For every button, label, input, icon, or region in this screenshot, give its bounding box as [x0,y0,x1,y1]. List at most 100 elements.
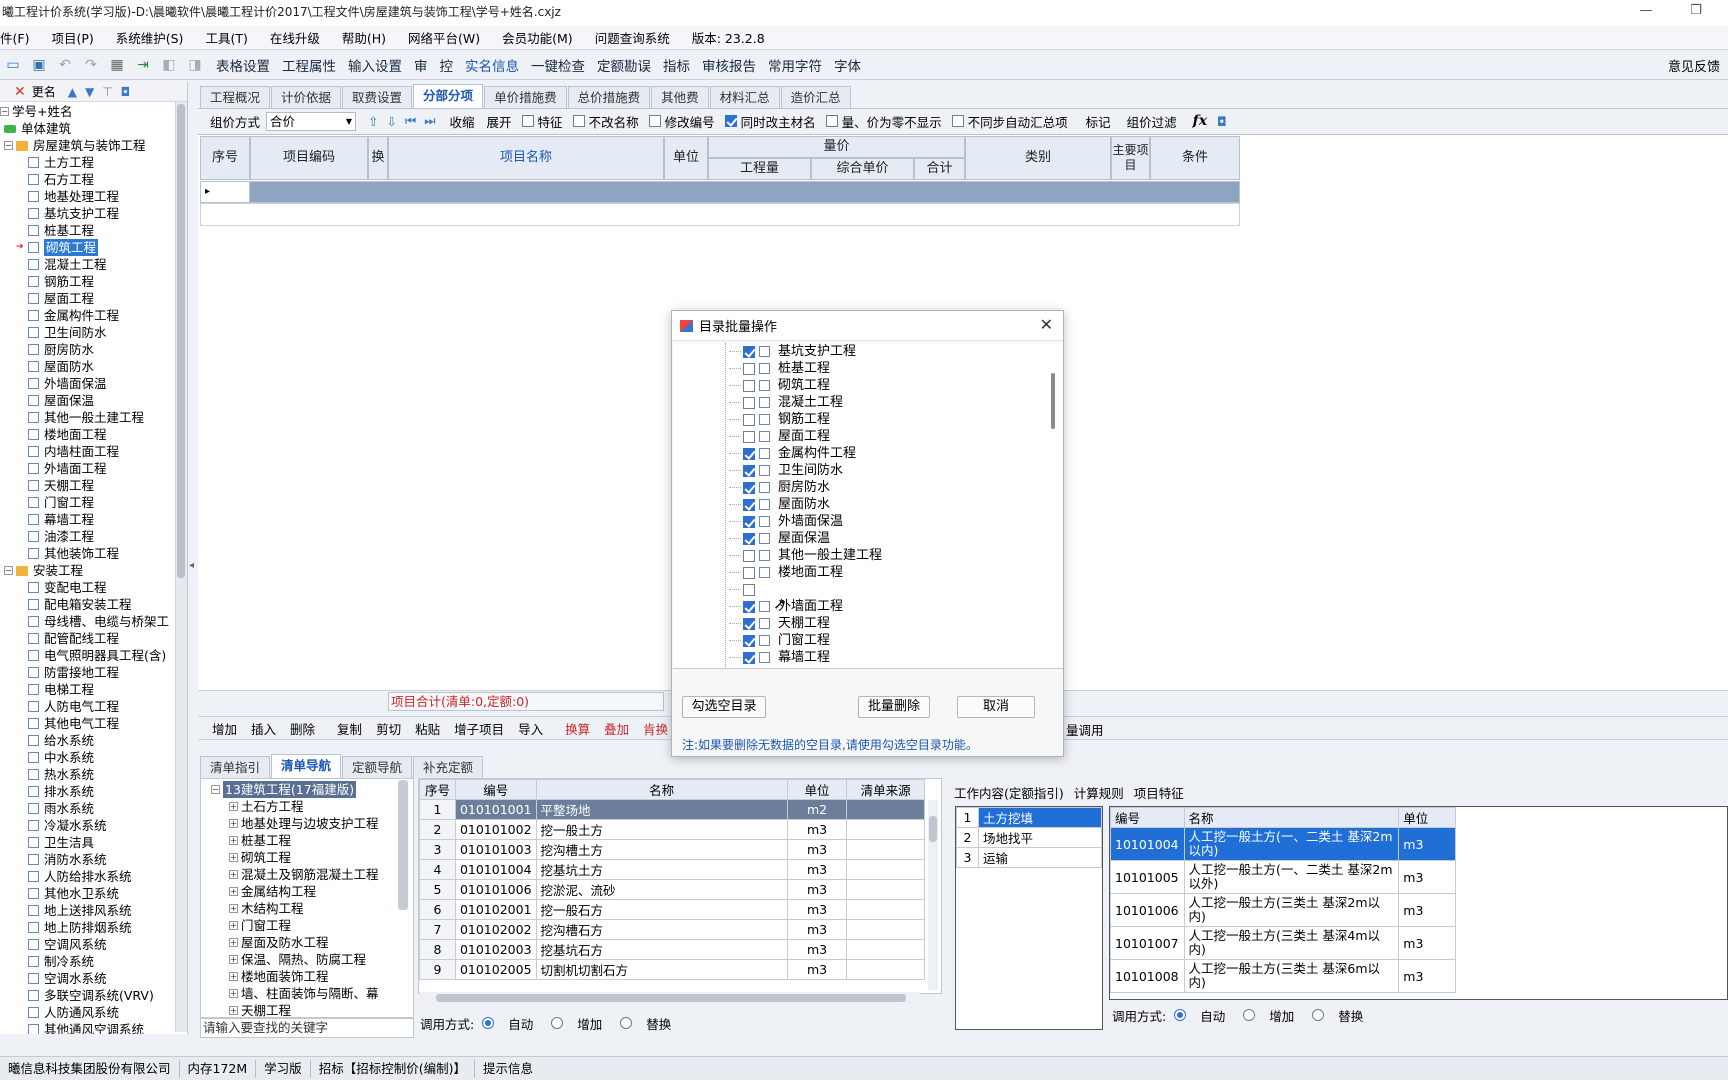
tree-item[interactable]: 地上防排烟系统 [0,919,187,936]
move-down-icon[interactable]: ▼ [85,85,94,99]
directory-item[interactable]: 基坑支护工程 [729,343,856,360]
up-icon[interactable]: ⇧ [368,114,378,129]
directory-checkbox[interactable] [743,583,755,596]
copy-button[interactable]: 复制 [337,719,362,738]
work-step-row[interactable]: 1 土方挖填 [956,807,1102,828]
tree-item[interactable]: 人防电气工程 [0,698,187,715]
directory-item[interactable] [729,581,759,598]
table-row[interactable] [200,181,1240,203]
directory-checkbox[interactable] [743,447,755,460]
tree-item[interactable]: 电梯工程 [0,681,187,698]
indicator-button[interactable]: 指标 [663,55,690,75]
table-row[interactable]: 3 010101003 挖沟槽土方 m3 [419,839,925,860]
tree-item[interactable]: 幕墙工程 [0,511,187,528]
directory-item[interactable]: 厨房防水 [729,479,830,496]
nav-tree-item[interactable]: + 金属结构工程 [211,883,413,900]
tree-item[interactable]: 地上送排风系统 [0,902,187,919]
nav-tree-item[interactable]: + 屋面及防水工程 [211,934,413,951]
minimize-button[interactable]: — [1626,0,1666,24]
nav-tree-item[interactable]: + 墙、柱面装饰与隔断、幕 [211,985,413,1002]
directory-checkbox[interactable] [743,481,755,494]
tab-unit-measures[interactable]: 单价措施费 [484,86,567,108]
feedback-link[interactable]: 意见反馈 [1668,56,1720,75]
table-row[interactable]: 9 010102005 切割机切割石方 m3 [419,959,925,980]
directory-checkbox[interactable] [743,515,755,528]
tab-items[interactable]: 分部分项 [413,84,484,108]
batch-delete-button[interactable]: 批量删除 [858,696,930,718]
table-row[interactable]: 10101005 人工挖一般土方(一、二类土 基深2m以外) m3 [1110,860,1456,894]
directory-item[interactable]: 屋面保温 [729,530,830,547]
tree-item[interactable]: 混凝土工程 [0,256,187,273]
directory-checkbox[interactable] [743,464,755,477]
bookmark-icon[interactable]: ◘ [121,85,131,99]
menu-help[interactable]: 帮助(H) [342,28,386,47]
open-folder-icon[interactable]: ▭ [2,54,24,76]
restore-button[interactable]: ❐ [1676,0,1716,24]
rename-button[interactable]: 更名 [32,83,56,100]
project-attributes-button[interactable]: 工程属性 [282,55,336,75]
work-step-row[interactable]: 3 运输 [956,847,1102,868]
tab-other-fees[interactable]: 其他费 [651,86,709,108]
tree-item[interactable]: 外墙面工程 [0,460,187,477]
tab-pricing-basis[interactable]: 计价依据 [271,86,342,108]
tree-item[interactable]: 屋面保温 [0,392,187,409]
list-add-radio[interactable] [551,1017,564,1029]
insert-button[interactable]: 插入 [251,719,276,738]
menu-project[interactable]: 项目(P) [51,28,93,47]
nav-tree-item[interactable]: + 门窗工程 [211,917,413,934]
tree-item[interactable]: 其他通风空调系统 [0,1021,187,1034]
menu-file[interactable]: 件(F) [0,28,29,47]
expand-icon[interactable]: + [229,955,238,964]
directory-checkbox[interactable] [743,498,755,511]
directory-checkbox[interactable] [743,396,755,409]
filter-button[interactable]: 组价过滤 [1127,112,1177,131]
tree-item[interactable]: 屋面工程 [0,290,187,307]
tab-cost-summary[interactable]: 造价汇总 [780,86,851,108]
delete-icon[interactable]: ✕ [14,84,26,100]
directory-checkbox[interactable] [743,532,755,545]
edit-code-checkbox[interactable] [648,115,661,127]
save-icon[interactable]: ▣ [28,54,50,76]
font-button[interactable]: 字体 [834,55,861,75]
select-empty-button[interactable]: 勾选空目录 [682,696,766,718]
directory-item[interactable]: 混凝土工程 [729,394,843,411]
list-auto-radio[interactable] [482,1017,495,1029]
move-up-icon[interactable]: ▲ [68,85,77,99]
work-auto-radio[interactable] [1174,1009,1187,1021]
tree-unit[interactable]: 单体建筑 [0,120,187,137]
directory-item[interactable]: 天棚工程 [729,615,830,632]
table-row[interactable]: 6 010102001 挖一般石方 m3 [419,899,925,920]
directory-item[interactable]: 楼地面工程 [729,564,843,581]
collapse-icon[interactable]: − [4,141,13,150]
tree-item[interactable]: 天棚工程 [0,477,187,494]
tree-item[interactable]: 外墙面保温 [0,375,187,392]
undo-icon[interactable]: ↶ [54,54,76,76]
table-row[interactable]: 10101006 人工挖一般土方(三类土 基深2m以内) m3 [1110,893,1456,927]
bookmark-icon[interactable]: ◘ [1217,114,1227,129]
expand-icon[interactable]: + [229,972,238,981]
expand-icon[interactable]: + [229,921,238,930]
tree-item[interactable]: 油漆工程 [0,528,187,545]
stack-button[interactable]: 叠加 [604,719,629,738]
tree-item[interactable]: 变配电工程 [0,579,187,596]
tab-list-nav[interactable]: 清单导航 [271,754,342,778]
add-subitem-button[interactable]: 增子项目 [454,719,504,738]
menu-member[interactable]: 会员功能(M) [502,28,573,47]
tree-item[interactable]: 土方工程 [0,154,187,171]
tree-item[interactable]: 厨房防水 [0,341,187,358]
method-select[interactable]: 合价 ▼ [266,111,357,131]
directory-item[interactable]: 桩基工程 [729,360,830,377]
expand-button[interactable]: 展开 [487,112,512,131]
tree-item[interactable]: 楼地面工程 [0,426,187,443]
tree-item[interactable]: 制冷系统 [0,953,187,970]
table-row[interactable]: 1 010101001 平整场地 m2 [419,799,925,820]
hide-zero-checkbox[interactable] [825,115,838,127]
tree-item[interactable]: 其他一般土建工程 [0,409,187,426]
tree-item[interactable]: 卫生洁具 [0,834,187,851]
table-settings-button[interactable]: 表格设置 [216,55,270,75]
tree-item[interactable]: 中水系统 [0,749,187,766]
tree-item[interactable]: 内墙柱面工程 [0,443,187,460]
tree-item[interactable]: 石方工程 [0,171,187,188]
export-icon[interactable]: ⇥ [132,54,154,76]
nav-next-icon[interactable]: ◨ [184,54,206,76]
